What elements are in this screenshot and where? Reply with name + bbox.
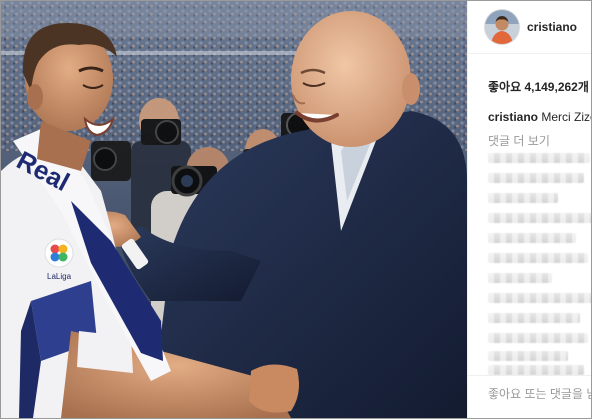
blurred-comment-row (488, 193, 558, 203)
blurred-comment-row (488, 233, 576, 243)
caption-username-link[interactable]: cristiano (488, 110, 538, 124)
likes-count[interactable]: 좋아요 4,149,262개 (488, 78, 589, 95)
comment-footer (468, 375, 591, 418)
blurred-comment-row (488, 313, 580, 323)
laliga-patch-icon: LaLiga (44, 238, 74, 281)
avatar[interactable] (485, 10, 519, 44)
blurred-comment-row (488, 213, 591, 223)
instagram-post-view: Real LaLiga cristiano 좋아요 4,149,262개 cri… (0, 0, 592, 419)
post-side-panel: cristiano 좋아요 4,149,262개 cristiano Merci… (467, 1, 591, 418)
post-header: cristiano (468, 1, 591, 54)
view-more-comments-link[interactable]: 댓글 더 보기 (488, 132, 550, 149)
blurred-comments (482, 151, 591, 376)
blurred-comment-row (488, 293, 591, 303)
blurred-comment-row (488, 273, 552, 283)
blurred-comment-row (488, 173, 584, 183)
laliga-patch-text: LaLiga (47, 272, 72, 281)
blurred-comment-row (488, 351, 568, 361)
blurred-comment-row (488, 365, 584, 375)
blurred-comment-row (488, 253, 588, 263)
profile-picture-icon (485, 10, 519, 44)
post-caption: cristiano Merci Zizou (488, 110, 591, 124)
photo-illustration: Real LaLiga (1, 1, 467, 418)
comment-input[interactable] (488, 387, 591, 401)
caption-text: Merci Zizou (541, 110, 591, 124)
username-link[interactable]: cristiano (527, 20, 577, 34)
blurred-comment-row (488, 333, 588, 343)
post-photo[interactable]: Real LaLiga (1, 1, 467, 418)
blurred-comment-row (488, 153, 590, 163)
